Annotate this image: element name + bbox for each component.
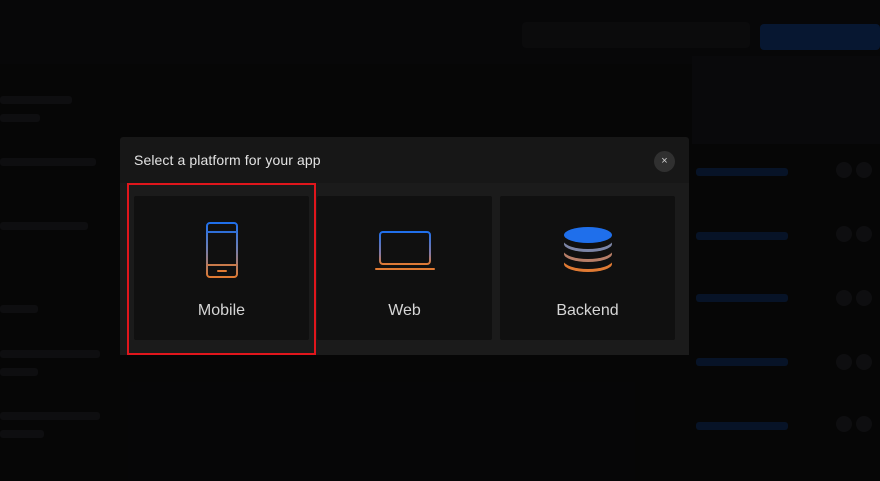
dialog-title: Select a platform for your app (134, 152, 321, 168)
selection-highlight (127, 183, 316, 355)
laptop-icon (317, 220, 492, 280)
database-icon (500, 220, 675, 280)
platform-label-web: Web (388, 302, 421, 319)
close-button[interactable]: × (654, 151, 675, 172)
platform-card-web[interactable]: Web (317, 196, 492, 340)
platform-card-backend[interactable]: Backend (500, 196, 675, 340)
dialog-header: Select a platform for your app × (120, 137, 689, 183)
close-icon: × (661, 155, 668, 167)
platform-label-backend: Backend (556, 302, 619, 319)
